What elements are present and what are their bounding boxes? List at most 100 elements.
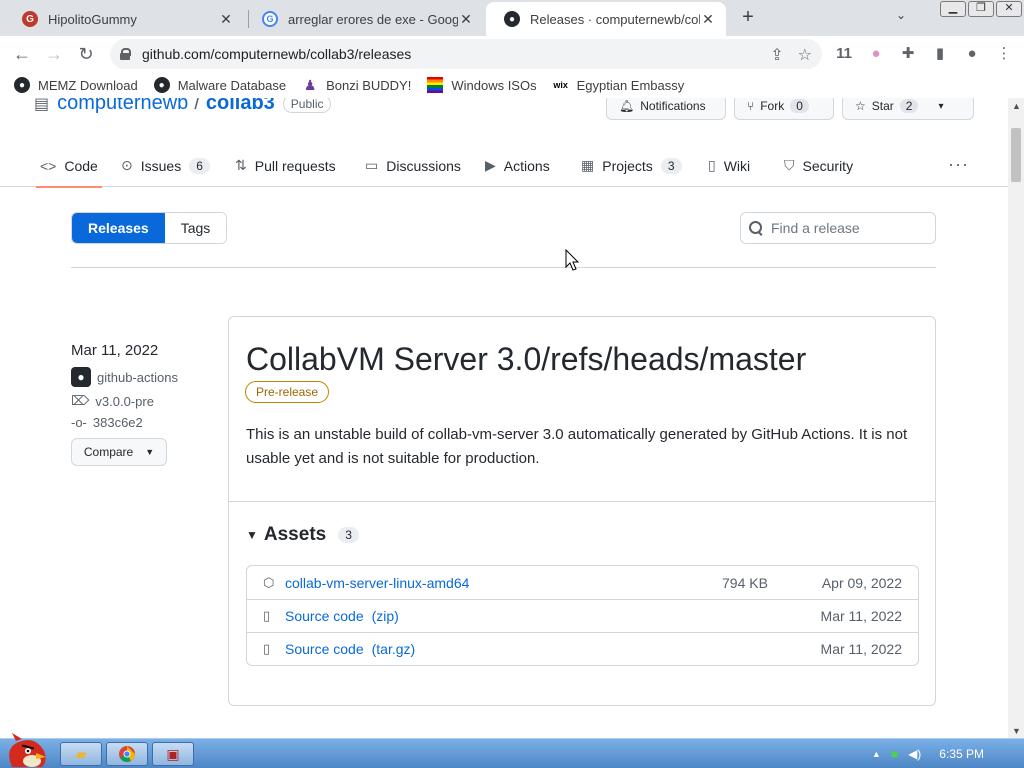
file-zip-icon: ▯ (263, 641, 271, 656)
reload-icon[interactable]: ↻ (74, 42, 98, 66)
fork-icon: ⑂ (747, 99, 755, 113)
tab-tags[interactable]: Tags (164, 213, 227, 243)
trans-flag-extension-icon[interactable]: ● (866, 43, 886, 63)
bookmark-label: Windows ISOs (451, 77, 537, 93)
commit-hash[interactable]: 383c6e2 (93, 415, 143, 430)
system-tray: ▲ ■ ◀︎) 6:35 PM (872, 739, 1024, 768)
taskbar-chrome-button[interactable] (106, 742, 148, 766)
tab-releases[interactable]: Releases (72, 213, 165, 243)
close-window-button[interactable]: ✕ (996, 1, 1022, 17)
bookmark-egyptian-embassy[interactable]: wix Egyptian Embassy (553, 77, 684, 93)
search-icon (749, 221, 763, 235)
network-icon[interactable]: ■ (891, 747, 898, 761)
page-scrollbar[interactable]: ▲ ▼ (1008, 98, 1024, 738)
asset-format[interactable]: (zip) (372, 608, 399, 624)
tab-code[interactable]: <> Code (36, 144, 102, 188)
maximize-button[interactable]: ❐ (968, 1, 994, 17)
star-dropdown-chevron-icon[interactable]: ▾ (938, 101, 943, 112)
bookmark-windows-isos[interactable]: Windows ISOs (427, 77, 537, 93)
find-release-input[interactable] (771, 220, 921, 236)
tab-search-chevron-icon[interactable]: ⌄ (896, 8, 906, 22)
tab-security[interactable]: ⛉ Security (784, 144, 853, 187)
tab-label: Pull requests (254, 157, 336, 174)
menu-kebab-icon[interactable]: ⋮ (994, 43, 1014, 63)
asset-link[interactable]: Source code (285, 641, 364, 657)
lock-icon[interactable] (120, 48, 131, 60)
browser-tab-google[interactable]: G arreglar erores de exe - Google ✕ (244, 2, 484, 36)
close-tab-icon[interactable]: ✕ (458, 11, 474, 28)
minimize-button[interactable]: ▁ (940, 1, 966, 17)
tray-expand-arrow-icon[interactable]: ▲ (872, 749, 881, 759)
windows-taskbar: ▰ ▣ ▲ ■ ◀︎) 6:35 PM (0, 733, 1024, 768)
assets-toggle[interactable]: ▼ Assets 3 (246, 524, 359, 546)
window-controls: ▁ ❐ ✕ (940, 0, 1024, 17)
tab-actions[interactable]: ▶︎ Actions (485, 144, 550, 187)
browser-tab-hipolitogummy[interactable]: G HipolitoGummy ✕ (4, 2, 244, 36)
assets-list: ⬡ collab-vm-server-linux-amd64 794 KB Ap… (246, 565, 919, 666)
repo-owner-link[interactable]: computernewb (57, 98, 188, 115)
star-count: 2 (899, 99, 919, 113)
release-tag[interactable]: ⌦ v3.0.0-pre (71, 393, 211, 409)
tag-icon: ⌦ (71, 393, 90, 408)
compare-button[interactable]: Compare ▼ (71, 438, 167, 466)
tab-pull-requests[interactable]: ⇅ Pull requests (235, 144, 336, 187)
scrollbar-thumb[interactable] (1011, 128, 1021, 182)
url-text: github.com/computernewb/collab3/releases (142, 46, 412, 62)
asset-link[interactable]: Source code (285, 608, 364, 624)
tab-label: Discussions (386, 157, 461, 174)
address-bar[interactable]: github.com/computernewb/collab3/releases… (110, 39, 822, 69)
back-arrow-icon[interactable]: ← (10, 42, 34, 66)
taskbar-explorer-button[interactable]: ▰ (60, 742, 102, 766)
fork-count: 0 (790, 99, 809, 113)
star-button[interactable]: ☆ Star 2 ▾ (842, 98, 974, 120)
browser-toolbar: ← → ↻ github.com/computernewb/collab3/re… (0, 36, 1024, 72)
scroll-up-arrow-icon[interactable]: ▲ (1012, 101, 1021, 111)
fork-button[interactable]: ⑂ Fork 0 (734, 98, 834, 120)
gummy-favicon: G (22, 11, 38, 27)
share-icon[interactable]: ⇪ (770, 45, 783, 65)
new-tab-button[interactable]: + (737, 6, 759, 28)
taskbar-toolbox-button[interactable]: ▣ (152, 742, 194, 766)
bookmark-memz[interactable]: ● MEMZ Download (14, 77, 138, 93)
asset-format[interactable]: (tar.gz) (372, 641, 416, 657)
tab-issues[interactable]: ⊙ Issues 6 (121, 144, 210, 187)
clock[interactable]: 6:35 PM (939, 747, 984, 761)
repo-navigation: <> Code ⊙ Issues 6 ⇅ Pull requests ▭ Dis… (0, 144, 1008, 188)
more-nav-button[interactable]: ··· (948, 154, 969, 175)
author-name[interactable]: github-actions (97, 370, 178, 385)
puzzle-extensions-icon[interactable]: ✚ (898, 43, 918, 63)
close-tab-icon[interactable]: ✕ (700, 11, 716, 28)
asset-link[interactable]: collab-vm-server-linux-amd64 (285, 575, 469, 591)
bookmark-star-icon[interactable]: ☆ (798, 45, 812, 65)
scroll-down-arrow-icon[interactable]: ▼ (1012, 726, 1021, 736)
visibility-badge: Public (282, 98, 332, 113)
assets-count: 3 (338, 527, 359, 543)
browser-tab-releases[interactable]: ● Releases · computernewb/collab3 ✕ (486, 2, 726, 36)
github-icon: ● (153, 77, 170, 93)
extension-badge-icon[interactable]: 11 (834, 43, 854, 63)
tab-discussions[interactable]: ▭ Discussions (365, 144, 461, 187)
release-title[interactable]: CollabVM Server 3.0/refs/heads/master (246, 341, 806, 378)
prerelease-badge: Pre-release (245, 381, 330, 403)
bookmark-malware-database[interactable]: ● Malware Database (153, 77, 286, 93)
side-panel-icon[interactable]: ▮ (930, 43, 950, 63)
volume-icon[interactable]: ◀︎) (908, 747, 921, 761)
profile-avatar-icon[interactable]: ● (962, 43, 982, 63)
forward-arrow-icon[interactable]: → (42, 42, 66, 66)
repo-name-link[interactable]: collab3 (206, 98, 275, 115)
notifications-button[interactable]: 🔔︎ Notifications (606, 98, 726, 120)
bookmark-bonzi[interactable]: ♟ Bonzi BUDDY! (302, 77, 412, 93)
close-tab-icon[interactable]: ✕ (218, 11, 234, 28)
tab-label: Security (802, 157, 854, 174)
code-icon: <> (40, 157, 57, 174)
tab-projects[interactable]: ▦ Projects 3 (581, 144, 682, 187)
release-author[interactable]: ● github-actions (71, 367, 211, 387)
release-commit[interactable]: -o- 383c6e2 (71, 415, 211, 430)
asset-date: Apr 09, 2022 (821, 574, 902, 591)
bookmark-label: MEMZ Download (38, 77, 138, 93)
tab-wiki[interactable]: ▯ Wiki (708, 144, 750, 187)
github-page: ▤ computernewb / collab3 Public 🔔︎ Notif… (0, 98, 1008, 738)
tag-name[interactable]: v3.0.0-pre (95, 394, 154, 409)
start-button-angry-bird-icon[interactable] (2, 731, 50, 768)
pull-request-icon: ⇅ (235, 157, 247, 173)
